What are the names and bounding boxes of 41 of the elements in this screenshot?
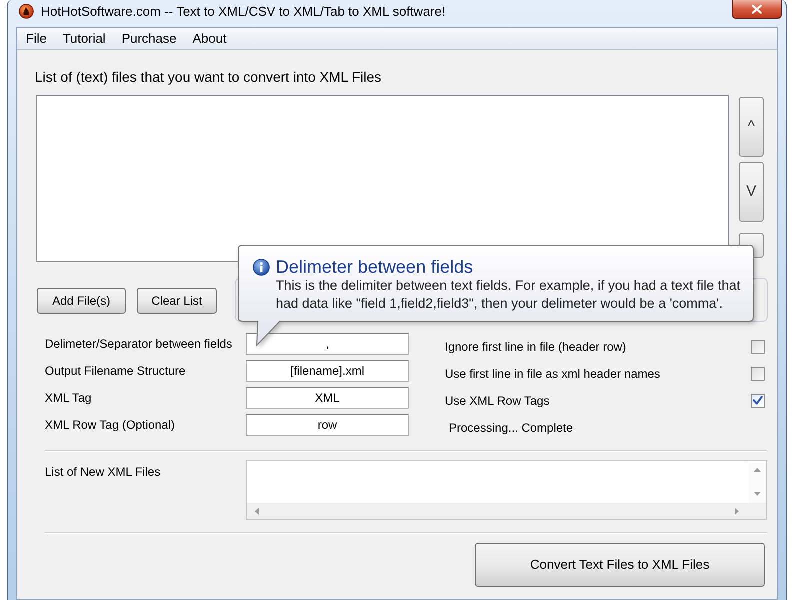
menu-item[interactable]: Tutorial [54,28,114,48]
list-order-button[interactable]: ^ [739,97,764,157]
horizontal-scrollbar[interactable] [247,503,766,519]
text-field[interactable]: [filename].xml [246,360,409,382]
field-label: Output Filename Structure [45,364,186,378]
window-title: HotHotSoftware.com -- Text to XML/CSV to XML/Tab to XML software! [41,4,446,20]
field-label: XML Row Tag (Optional) [45,418,176,432]
checkbox[interactable] [751,366,765,380]
field-label: XML Tag [45,391,92,405]
menu-item[interactable]: File [18,28,55,48]
menu-item[interactable]: Purchase [114,28,185,48]
output-file-list[interactable] [246,460,767,520]
list-order-button[interactable]: V [739,162,764,222]
close-button[interactable] [732,0,782,19]
checkbox[interactable] [751,394,765,408]
vertical-scrollbar[interactable] [749,461,766,503]
checkbox[interactable] [751,340,765,354]
checkmark-icon [753,396,763,405]
menu-item[interactable]: About [184,28,235,48]
section-label: List of New XML Files [45,465,161,479]
option-label: Ignore first line in file (header row) [445,340,626,354]
convert-button[interactable]: Convert Text Files to XML Files [475,543,765,587]
tooltip-text: This is the delimiter between text fields. For example, if you had a text file that had data like "field 1,field2,field3", then your delimeter would be a 'comma'. [276,277,740,313]
app-icon [19,4,34,19]
text-field[interactable]: row [246,414,409,436]
text-field[interactable]: XML [246,387,409,409]
info-icon [253,259,270,276]
scroll-left-icon[interactable] [255,508,259,514]
scroll-down-icon[interactable] [754,492,761,496]
option-label: Use XML Row Tags [445,394,550,408]
tooltip-title: Delimeter between fields [276,256,474,278]
status-text: Processing... Complete [449,420,574,434]
close-icon [752,4,762,14]
push-button[interactable]: Clear List [137,288,217,314]
section-label: List of (text) files that you want to convert into XML Files [35,68,382,86]
scroll-right-icon[interactable] [735,508,739,514]
field-label: Delimeter/Separator between fields [45,337,232,351]
option-label: Use first line in file as xml header names [445,366,660,380]
push-button[interactable]: Add File(s) [37,288,126,314]
text-field[interactable]: , [246,333,409,355]
scroll-up-icon[interactable] [754,468,761,472]
